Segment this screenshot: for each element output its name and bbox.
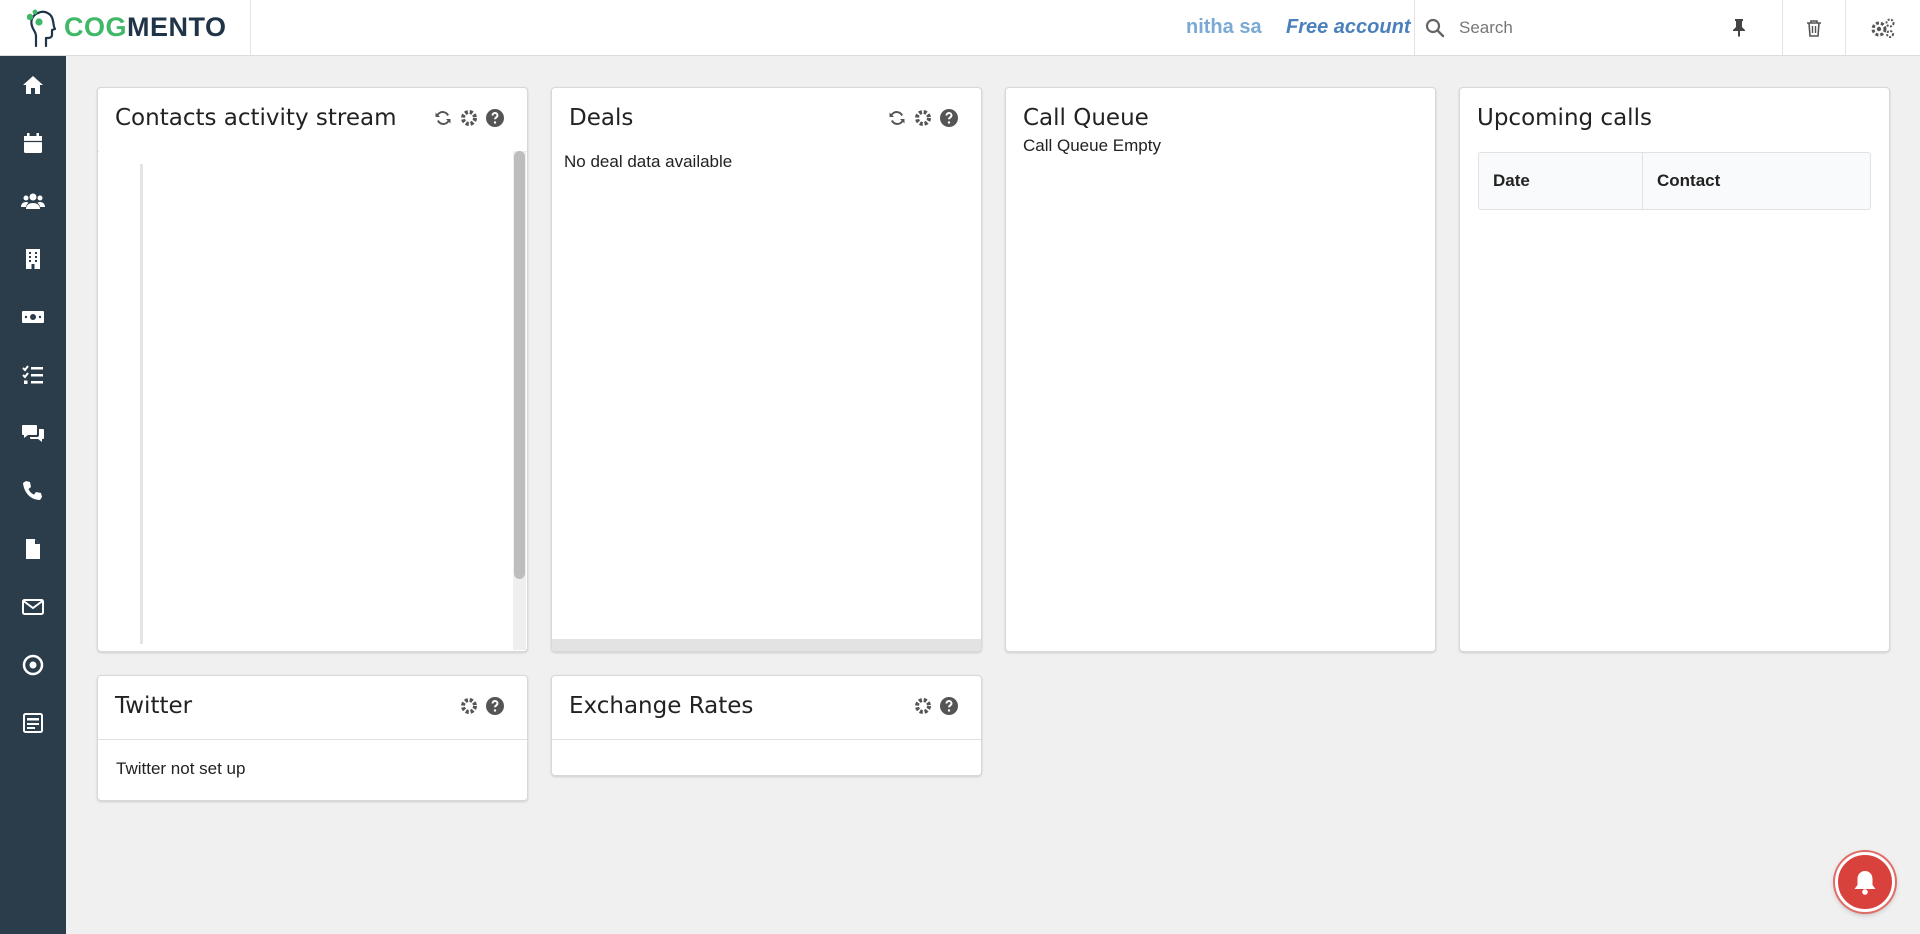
- calendar-icon: [24, 133, 42, 153]
- gear-icon[interactable]: [913, 696, 933, 716]
- refresh-icon[interactable]: [433, 108, 453, 128]
- widget-tools: [433, 108, 505, 128]
- widget-contacts-activity: Contacts activity stream: [97, 87, 528, 652]
- forms-icon: [23, 713, 43, 733]
- trash-icon: [1807, 19, 1821, 37]
- column-header-date[interactable]: Date: [1479, 153, 1643, 209]
- sidebar-item-email[interactable]: [0, 578, 66, 636]
- vertical-scrollbar[interactable]: [513, 151, 526, 650]
- widget-divider: [552, 739, 981, 740]
- activity-stream-scroll[interactable]: [99, 151, 526, 650]
- logo-head-icon: [26, 9, 57, 47]
- widget-twitter: Twitter Twitter not set up: [97, 675, 528, 801]
- widget-call-queue: Call Queue Call Queue Empty: [1005, 87, 1436, 652]
- gear-icon[interactable]: [913, 108, 933, 128]
- widget-tools: [459, 696, 505, 716]
- gears-icon: [1871, 18, 1895, 38]
- bell-icon: [1854, 871, 1876, 895]
- top-bar: COGMENTO nitha sa Free account: [0, 0, 1920, 56]
- document-icon: [26, 539, 40, 559]
- gear-icon[interactable]: [459, 696, 479, 716]
- widget-tools: [887, 108, 959, 128]
- home-icon: [23, 76, 43, 94]
- widget-title: Twitter: [115, 693, 193, 719]
- widget-title: Deals: [569, 105, 634, 131]
- sidebar-item-tasks[interactable]: [0, 346, 66, 404]
- phone-icon: [23, 481, 42, 500]
- sidebar-item-calendar[interactable]: [0, 114, 66, 172]
- sidebar-item-documents[interactable]: [0, 520, 66, 578]
- target-icon: [22, 654, 44, 676]
- companies-icon: [26, 249, 40, 269]
- sidebar-nav: [0, 56, 66, 934]
- sidebar-item-deals[interactable]: [0, 288, 66, 346]
- widget-title: Contacts activity stream: [115, 105, 397, 131]
- widget-tools: [913, 696, 959, 716]
- column-header-contact[interactable]: Contact: [1643, 153, 1870, 209]
- upcoming-calls-table: Date Contact: [1478, 152, 1871, 210]
- logo-text-mento: MENTO: [127, 12, 227, 42]
- logo-text-cog: COG: [64, 12, 128, 42]
- sidebar-item-companies[interactable]: [0, 230, 66, 288]
- horizontal-scrollbar[interactable]: [552, 639, 981, 651]
- call-queue-empty-text: Call Queue Empty: [1023, 136, 1161, 155]
- widget-exchange-rates: Exchange Rates: [551, 675, 982, 776]
- sidebar-item-cases[interactable]: [0, 404, 66, 462]
- widget-divider: [98, 739, 527, 740]
- sidebar-item-contacts[interactable]: [0, 172, 66, 230]
- sidebar-item-forms[interactable]: [0, 694, 66, 752]
- help-icon[interactable]: [485, 696, 505, 716]
- deals-icon: [22, 311, 44, 323]
- help-icon[interactable]: [939, 108, 959, 128]
- sidebar-item-calls[interactable]: [0, 462, 66, 520]
- pin-icon[interactable]: [1729, 17, 1749, 37]
- settings-button[interactable]: [1846, 0, 1920, 55]
- notifications-button[interactable]: [1835, 852, 1895, 912]
- refresh-icon[interactable]: [887, 108, 907, 128]
- scrollbar-thumb[interactable]: [514, 151, 525, 579]
- search-input[interactable]: [1459, 17, 1719, 38]
- gear-icon[interactable]: [459, 108, 479, 128]
- widget-upcoming-calls: Upcoming calls Date Contact: [1459, 87, 1890, 652]
- chat-icon: [22, 425, 44, 442]
- account-type-link[interactable]: Free account: [1286, 16, 1410, 39]
- widget-title: Exchange Rates: [569, 693, 754, 719]
- trash-button[interactable]: [1782, 0, 1846, 55]
- widget-deals: Deals No deal data available: [551, 87, 982, 652]
- search-icon[interactable]: [1425, 18, 1445, 38]
- widget-title: Upcoming calls: [1477, 105, 1652, 131]
- user-name[interactable]: nitha sa: [1186, 16, 1262, 39]
- help-icon[interactable]: [939, 696, 959, 716]
- timeline-line: [140, 164, 143, 644]
- sidebar-item-home[interactable]: [0, 56, 66, 114]
- contacts-icon: [21, 193, 45, 209]
- deals-empty-text: No deal data available: [564, 152, 733, 171]
- twitter-empty-text: Twitter not set up: [116, 759, 246, 778]
- logo[interactable]: COGMENTO: [0, 0, 251, 55]
- tasks-icon: [22, 365, 43, 384]
- widget-title: Call Queue: [1023, 105, 1149, 131]
- email-icon: [22, 599, 44, 615]
- search-box: [1414, 0, 1767, 55]
- help-icon[interactable]: [485, 108, 505, 128]
- sidebar-item-campaigns[interactable]: [0, 636, 66, 694]
- logo-text: COGMENTO: [64, 12, 227, 43]
